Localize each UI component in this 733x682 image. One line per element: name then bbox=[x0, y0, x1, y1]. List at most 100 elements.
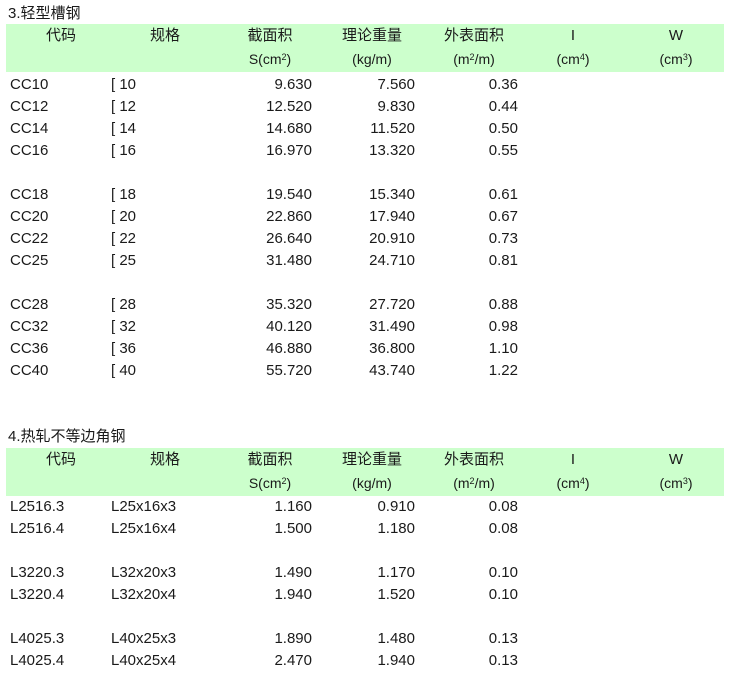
cell-code: CC10 bbox=[10, 76, 49, 93]
cell-area: 46.880 bbox=[266, 340, 312, 357]
cell-area: 1.890 bbox=[274, 630, 312, 647]
cell-code: L2516.3 bbox=[10, 498, 65, 515]
cell-surface: 1.22 bbox=[488, 362, 518, 379]
header-i-unit: (cm4) bbox=[556, 475, 590, 491]
cell-weight: 9.830 bbox=[377, 98, 415, 115]
cell-surface: 0.08 bbox=[488, 498, 518, 515]
cell-surface: 0.13 bbox=[488, 630, 518, 647]
cell-area: 14.680 bbox=[266, 120, 312, 137]
header-code: 代码 bbox=[45, 27, 76, 44]
cell-area: 1.500 bbox=[274, 520, 312, 537]
header-w: W bbox=[668, 27, 684, 44]
cell-weight: 31.490 bbox=[369, 318, 415, 335]
cell-surface: 0.44 bbox=[488, 98, 518, 115]
cell-spec: [ 40 bbox=[111, 362, 137, 379]
cell-spec: L32x20x3 bbox=[111, 564, 177, 581]
cell-surface: 0.08 bbox=[488, 520, 518, 537]
cell-code: CC28 bbox=[10, 296, 49, 313]
header-surface-unit: (m2/m) bbox=[453, 51, 495, 67]
cell-code: CC18 bbox=[10, 186, 49, 203]
cell-surface: 0.61 bbox=[488, 186, 518, 203]
section-title: 4.热轧不等边角钢 bbox=[8, 428, 126, 445]
cell-weight: 11.520 bbox=[370, 120, 415, 137]
cell-surface: 0.13 bbox=[488, 652, 518, 669]
header-weight: 理论重量 bbox=[341, 451, 402, 468]
header-i: I bbox=[570, 27, 576, 44]
header-i: I bbox=[570, 451, 576, 468]
header-weight: 理论重量 bbox=[341, 27, 402, 44]
cell-code: CC40 bbox=[10, 362, 49, 379]
cell-spec: [ 10 bbox=[111, 76, 137, 93]
cell-code: CC20 bbox=[10, 208, 49, 225]
cell-weight: 15.340 bbox=[369, 186, 415, 203]
cell-surface: 0.67 bbox=[488, 208, 518, 225]
header-surface: 外表面积 bbox=[443, 451, 504, 468]
cell-weight: 17.940 bbox=[369, 208, 415, 225]
cell-code: L3220.4 bbox=[10, 586, 65, 603]
cell-spec: [ 25 bbox=[111, 252, 137, 269]
table-row: CC14 [ 14 14.680 11.520 0.50 bbox=[0, 118, 733, 140]
cell-area: 1.160 bbox=[274, 498, 312, 515]
header-area-unit: S(cm2) bbox=[248, 475, 292, 491]
header-i-unit: (cm4) bbox=[556, 51, 590, 67]
cell-weight: 1.480 bbox=[377, 630, 415, 647]
cell-spec: L25x16x3 bbox=[111, 498, 177, 515]
table-row: L3220.3 L32x20x3 1.490 1.170 0.10 bbox=[0, 562, 733, 584]
header-surface: 外表面积 bbox=[443, 27, 504, 44]
header-spec: 规格 bbox=[149, 451, 180, 468]
cell-area: 19.540 bbox=[266, 186, 312, 203]
cell-surface: 0.55 bbox=[488, 142, 518, 159]
cell-area: 2.470 bbox=[274, 652, 312, 669]
cell-surface: 0.10 bbox=[488, 564, 518, 581]
table-row: CC20 [ 20 22.860 17.940 0.67 bbox=[0, 206, 733, 228]
table-row: CC10 [ 10 9.630 7.560 0.36 bbox=[0, 74, 733, 96]
cell-weight: 43.740 bbox=[369, 362, 415, 379]
cell-spec: [ 18 bbox=[111, 186, 137, 203]
cell-code: L4025.4 bbox=[10, 652, 65, 669]
cell-weight: 1.520 bbox=[377, 586, 415, 603]
cell-code: CC12 bbox=[10, 98, 49, 115]
cell-weight: 24.710 bbox=[369, 252, 415, 269]
cell-spec: [ 14 bbox=[111, 120, 137, 137]
section-title: 3.轻型槽钢 bbox=[8, 5, 81, 22]
cell-code: CC36 bbox=[10, 340, 49, 357]
header-weight-unit: (kg/m) bbox=[352, 475, 392, 491]
cell-weight: 1.180 bbox=[377, 520, 415, 537]
cell-weight: 13.320 bbox=[369, 142, 415, 159]
cell-area: 31.480 bbox=[266, 252, 312, 269]
cell-code: L4025.3 bbox=[10, 630, 65, 647]
cell-code: L3220.3 bbox=[10, 564, 65, 581]
cell-spec: [ 36 bbox=[111, 340, 137, 357]
table-header: 代码 规格 截面积 理论重量 外表面积 I W S(cm2) (kg/m) (m… bbox=[6, 448, 724, 496]
table-header: 代码 规格 截面积 理论重量 外表面积 I W S(cm2) (kg/m) (m… bbox=[6, 24, 724, 72]
table-row: L3220.4 L32x20x4 1.940 1.520 0.10 bbox=[0, 584, 733, 606]
cell-spec: [ 22 bbox=[111, 230, 137, 247]
cell-spec: L40x25x4 bbox=[111, 652, 177, 669]
cell-weight: 1.170 bbox=[377, 564, 415, 581]
cell-code: CC25 bbox=[10, 252, 49, 269]
cell-area: 55.720 bbox=[266, 362, 312, 379]
cell-spec: L25x16x4 bbox=[111, 520, 177, 537]
cell-area: 40.120 bbox=[266, 318, 312, 335]
table-row: CC32 [ 32 40.120 31.490 0.98 bbox=[0, 316, 733, 338]
table-row: CC25 [ 25 31.480 24.710 0.81 bbox=[0, 250, 733, 272]
cell-weight: 36.800 bbox=[369, 340, 415, 357]
header-area: 截面积 bbox=[247, 27, 293, 44]
cell-surface: 0.81 bbox=[488, 252, 518, 269]
table-row: CC18 [ 18 19.540 15.340 0.61 bbox=[0, 184, 733, 206]
cell-spec: [ 20 bbox=[111, 208, 137, 225]
cell-area: 1.940 bbox=[274, 586, 312, 603]
header-area-unit: S(cm2) bbox=[248, 51, 292, 67]
table-row: L4025.3 L40x25x3 1.890 1.480 0.13 bbox=[0, 628, 733, 650]
cell-surface: 1.10 bbox=[488, 340, 518, 357]
table-row: L4025.4 L40x25x4 2.470 1.940 0.13 bbox=[0, 650, 733, 672]
header-weight-unit: (kg/m) bbox=[352, 51, 392, 67]
cell-code: CC32 bbox=[10, 318, 49, 335]
cell-spec: L32x20x4 bbox=[111, 586, 177, 603]
cell-code: CC14 bbox=[10, 120, 49, 137]
table-row: CC28 [ 28 35.320 27.720 0.88 bbox=[0, 294, 733, 316]
cell-area: 16.970 bbox=[266, 142, 312, 159]
cell-surface: 0.98 bbox=[488, 318, 518, 335]
cell-code: CC22 bbox=[10, 230, 49, 247]
cell-area: 1.490 bbox=[274, 564, 312, 581]
